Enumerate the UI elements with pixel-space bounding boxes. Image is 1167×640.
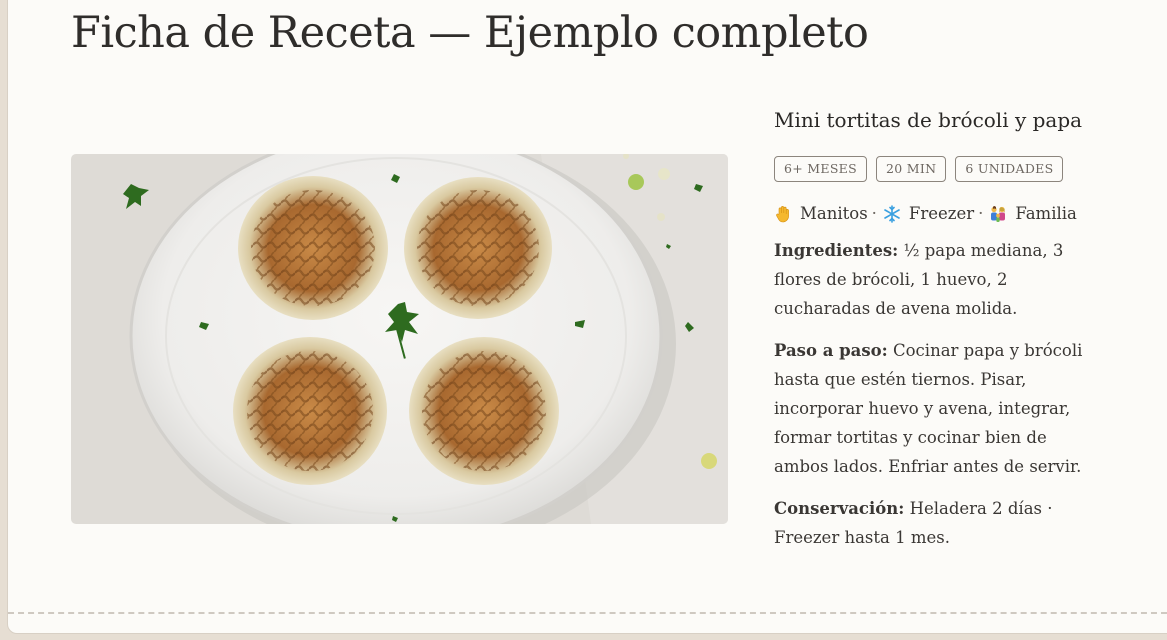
tag-time: 20 MIN [875, 156, 947, 182]
recipe-photo [71, 154, 728, 524]
ingredients-section: Ingredientes: ½ papa mediana, 3 flores d… [774, 236, 1104, 323]
steps-text: Cocinar papa y brócoli hasta que estén t… [774, 341, 1083, 476]
feature-label-manitos: Manitos [800, 204, 868, 223]
feature-label-freezer: Freezer [908, 204, 975, 223]
steps-section: Paso a paso: Cocinar papa y brócoli hast… [774, 336, 1104, 481]
recipe-title: Mini tortitas de brócoli y papa [774, 108, 1083, 132]
recipe-info: Mini tortitas de brócoli y papa 6+ MESES… [774, 108, 1104, 552]
tag-units: 6 UNIDADES [955, 156, 1064, 182]
storage-label: Conservación: [774, 499, 905, 518]
family-icon [989, 205, 1007, 223]
feature-list: Manitos · Freezer · Familia [774, 204, 1104, 223]
tag-age: 6+ MESES [774, 156, 867, 182]
page-title: Ficha de Receta — Ejemplo completo [71, 8, 869, 58]
storage-section: Conservación: Heladera 2 días · Freezer … [774, 494, 1104, 552]
tag-list: 6+ MESES 20 MIN 6 UNIDADES [774, 156, 1104, 182]
feature-label-familia: Familia [1015, 204, 1077, 223]
raised-hand-icon [774, 205, 792, 223]
dashed-divider [8, 612, 1167, 614]
separator: · [871, 204, 877, 223]
ingredients-label: Ingredientes: [774, 241, 899, 260]
steps-label: Paso a paso: [774, 341, 888, 360]
snowflake-icon [883, 204, 901, 223]
separator: · [978, 204, 984, 223]
